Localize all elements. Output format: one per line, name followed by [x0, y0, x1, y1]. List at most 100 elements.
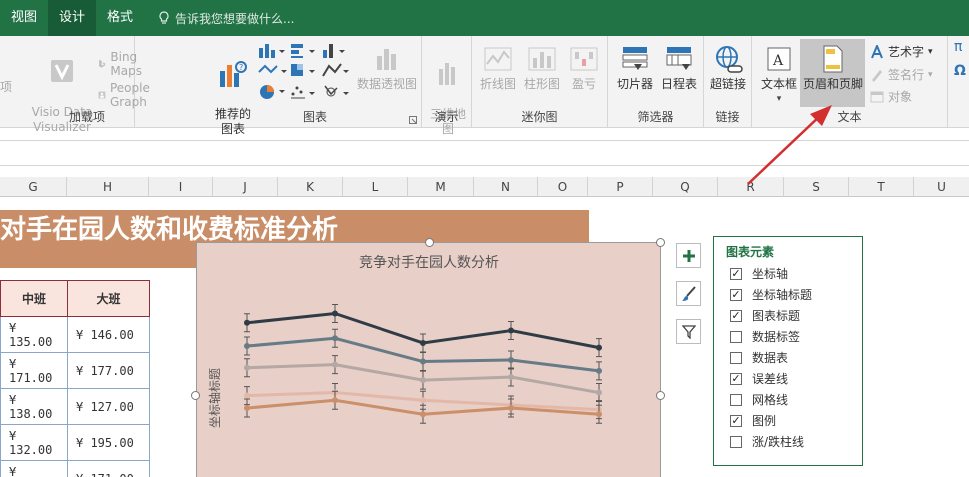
column-header-i[interactable]: I [149, 177, 213, 197]
data-point[interactable] [244, 343, 250, 350]
chart-element-option[interactable]: 涨/跌柱线 [730, 433, 804, 450]
data-point[interactable] [508, 327, 514, 334]
table-cell[interactable]: ¥ 177.00 [67, 352, 150, 389]
symbol-button[interactable]: Ω [954, 64, 966, 79]
data-point[interactable] [596, 411, 602, 418]
signature-line-button[interactable]: 签名行 ▾ [870, 66, 933, 83]
data-point[interactable] [244, 319, 250, 326]
sparkline-winloss-button[interactable]: 盈亏 [566, 44, 602, 92]
data-point[interactable] [508, 357, 514, 363]
data-point[interactable] [508, 374, 514, 381]
chart-element-option[interactable]: 网格线 [730, 391, 788, 408]
table-cell[interactable]: ¥ 138.00 [0, 388, 68, 425]
data-point[interactable] [244, 364, 250, 371]
table-cell[interactable]: ¥ 195.00 [67, 424, 150, 461]
resize-handle-top[interactable] [425, 238, 434, 247]
equation-button[interactable]: π [954, 40, 962, 55]
column-header-j[interactable]: J [213, 177, 278, 197]
chart-element-option[interactable]: 数据标签 [730, 328, 800, 345]
chart-type-grid-icons[interactable] [257, 42, 353, 104]
sparkline-line-button[interactable]: 折线图 [478, 44, 518, 92]
checkbox-checked[interactable]: ✓ [730, 288, 742, 301]
bing-maps-button[interactable]: Bing Maps [98, 50, 148, 78]
table-cell[interactable]: ¥ 171.00 [0, 352, 68, 389]
tab-format[interactable]: 格式 [96, 0, 144, 36]
checkbox-checked[interactable]: ✓ [730, 309, 742, 322]
checkbox-unchecked[interactable] [730, 393, 742, 406]
column-header-o[interactable]: O [538, 177, 588, 197]
data-point[interactable] [332, 397, 338, 404]
checkbox-checked[interactable]: ✓ [730, 372, 742, 385]
tab-design[interactable]: 设计 [48, 0, 97, 36]
column-header-n[interactable]: N [474, 177, 538, 197]
hyperlink-button[interactable]: 超链接 [708, 44, 748, 92]
checkbox-unchecked[interactable] [730, 351, 742, 364]
series-1[interactable] [244, 304, 602, 358]
slicer-button[interactable]: 切片器 [614, 44, 656, 92]
resize-handle-left[interactable] [191, 391, 200, 400]
chart-element-option[interactable]: ✓ 图例 [730, 412, 776, 429]
column-header-h[interactable]: H [67, 177, 149, 197]
data-point[interactable] [508, 405, 514, 412]
checkbox-checked[interactable]: ✓ [730, 414, 742, 427]
dialog-launcher-icon[interactable] [409, 116, 417, 124]
data-point[interactable] [596, 367, 602, 374]
column-header-g[interactable]: G [0, 177, 67, 197]
chart-element-option[interactable]: ✓ 误差线 [730, 370, 788, 387]
annotation-arrow [747, 105, 832, 185]
chart-filters-button[interactable] [676, 319, 701, 344]
table-cell[interactable]: ¥ 100.00 [0, 460, 68, 477]
resize-handle-right[interactable] [656, 391, 665, 400]
column-header-k[interactable]: K [278, 177, 343, 197]
tab-view[interactable]: 视图 [0, 0, 48, 36]
axis-title-y[interactable]: 坐标轴标题 [207, 368, 222, 428]
checkbox-unchecked[interactable] [730, 330, 742, 343]
sparkline-column-icon [528, 47, 556, 71]
data-point[interactable] [420, 377, 426, 384]
people-graph-button[interactable]: People Graph [98, 81, 156, 109]
data-point[interactable] [420, 358, 426, 365]
data-point[interactable] [420, 411, 426, 418]
resize-handle-top-right[interactable] [656, 238, 665, 247]
data-point[interactable] [244, 392, 250, 399]
data-point[interactable] [420, 397, 426, 404]
chart-element-option[interactable]: ✓ 坐标轴 [730, 265, 788, 282]
sparkline-column-button[interactable]: 柱形图 [522, 44, 562, 92]
tell-me-box[interactable]: 告诉我您想要做什么... [144, 10, 295, 27]
data-point[interactable] [596, 344, 602, 351]
data-point[interactable] [596, 389, 602, 396]
table-cell[interactable]: ¥ 171.00 [67, 460, 150, 477]
chart-title[interactable]: 竞争对手在园人数分析 [359, 254, 499, 271]
header-cell-middle-class[interactable]: 中班 [0, 280, 68, 317]
wordart-button[interactable]: 艺术字 ▾ [870, 43, 933, 60]
chart-styles-button[interactable] [676, 281, 701, 306]
timeline-button[interactable]: 日程表 [658, 44, 700, 92]
chart-elements-button[interactable] [676, 243, 701, 268]
column-header-u[interactable]: U [914, 177, 969, 197]
checkbox-unchecked[interactable] [730, 435, 742, 448]
data-point[interactable] [332, 310, 338, 317]
table-cell[interactable]: ¥ 146.00 [67, 316, 150, 353]
pivot-chart-button[interactable]: 数据透视图 [355, 44, 419, 92]
chart-element-option[interactable]: 数据表 [730, 349, 788, 366]
data-point[interactable] [332, 361, 338, 368]
object-button[interactable]: 对象 [870, 88, 912, 105]
column-header-l[interactable]: L [343, 177, 408, 197]
chart-element-option[interactable]: ✓ 图表标题 [730, 307, 800, 324]
textbox-button[interactable]: A 文本框 ▾ [758, 44, 800, 107]
data-point[interactable] [244, 405, 250, 412]
column-header-p[interactable]: P [588, 177, 653, 197]
column-header-t[interactable]: T [849, 177, 914, 197]
table-cell[interactable]: ¥ 135.00 [0, 316, 68, 353]
table-cell[interactable]: ¥ 127.00 [67, 388, 150, 425]
column-header-q[interactable]: Q [653, 177, 718, 197]
chart-element-option[interactable]: ✓ 坐标轴标题 [730, 286, 812, 303]
table-cell[interactable]: ¥ 132.00 [0, 424, 68, 461]
column-header-m[interactable]: M [408, 177, 474, 197]
data-point[interactable] [420, 339, 426, 346]
data-point[interactable] [332, 335, 338, 342]
header-footer-button[interactable]: 页眉和页脚 [800, 44, 866, 92]
checkbox-checked[interactable]: ✓ [730, 267, 742, 280]
header-cell-senior-class[interactable]: 大班 [67, 280, 150, 317]
line-chart[interactable]: 竞争对手在园人数分析 坐标轴标题 [196, 242, 661, 477]
